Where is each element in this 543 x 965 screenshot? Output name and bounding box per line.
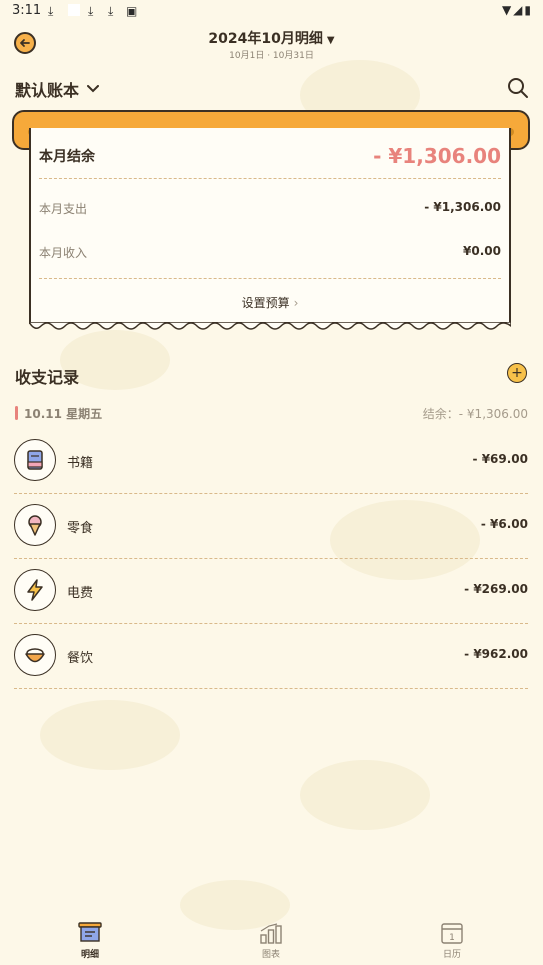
divider (14, 558, 528, 559)
balance-row: 本月结余 - ¥1,306.00 (39, 138, 501, 174)
monthly-summary-card: 本月结余 - ¥1,306.00 本月支出 - ¥1,306.00 本月收入 ¥… (29, 128, 511, 330)
tab-calendar[interactable]: 1 日历 (422, 921, 482, 960)
day-header: 10.11 星期五 结余：- ¥1,306.00 (15, 404, 528, 422)
transaction-amount: - ¥69.00 (472, 452, 528, 466)
transaction-row[interactable]: 电费 - ¥269.00 (14, 560, 528, 624)
bottom-navigation: 明细 图表 1 日历 (0, 917, 543, 965)
svg-text:1: 1 (449, 933, 455, 943)
transaction-row[interactable]: 书籍 - ¥69.00 (14, 430, 528, 494)
transaction-amount: - ¥962.00 (464, 647, 528, 661)
wifi-signal-battery-icons: ▼◢▮ (501, 3, 533, 17)
tab-label: 日历 (442, 950, 461, 960)
transaction-category: 电费 (67, 586, 94, 601)
account-book-selector[interactable]: 默认账本 (15, 77, 100, 101)
chart-icon (260, 923, 282, 944)
receipt-torn-edge (29, 322, 511, 330)
set-budget-label: 设置预算 (241, 296, 290, 310)
chevron-right-icon: › (293, 296, 299, 310)
plus-icon: + (511, 365, 523, 381)
transaction-amount: - ¥6.00 (480, 517, 528, 531)
notification-icon (68, 4, 80, 16)
expense-label: 本月支出 (39, 202, 88, 216)
download-icon: ⤓ (88, 4, 94, 18)
income-value: ¥0.00 (463, 244, 501, 258)
status-time: 3:11 (12, 3, 42, 18)
download-icon: ⤓ (108, 4, 114, 18)
set-budget-button[interactable]: 设置预算 › (31, 294, 509, 311)
day-date: 10.11 星期五 (24, 406, 103, 421)
balance-label: 本月结余 (39, 149, 95, 165)
income-label: 本月收入 (39, 246, 88, 260)
date-range: 10月1日 · 10月31日 (229, 51, 314, 61)
tab-label: 图表 (261, 950, 280, 960)
divider (39, 278, 501, 279)
lightning-icon (14, 569, 56, 611)
transaction-row[interactable]: 餐饮 - ¥962.00 (14, 625, 528, 689)
calendar-icon: 1 (441, 923, 463, 944)
transaction-category: 餐饮 (67, 651, 94, 666)
month-selector[interactable]: 2024年10月明细 ▼ (0, 28, 543, 48)
divider (14, 688, 528, 689)
divider (14, 493, 528, 494)
account-book-name: 默认账本 (15, 81, 80, 100)
add-record-button[interactable]: + (507, 363, 527, 383)
divider (14, 623, 528, 624)
income-row: 本月收入 ¥0.00 (39, 244, 501, 261)
divider (39, 178, 501, 179)
caret-down-icon: ▼ (326, 35, 335, 46)
balance-value: - ¥1,306.00 (373, 144, 501, 168)
search-icon (508, 78, 528, 98)
transaction-row[interactable]: 零食 - ¥6.00 (14, 495, 528, 559)
transaction-category: 零食 (67, 521, 94, 536)
download-icon: ⤓ (48, 4, 54, 18)
status-bar: 3:11 ⤓ ⤓ ⤓ ▣ ▼◢▮ (0, 0, 543, 22)
details-icon (78, 922, 102, 942)
records-section-title: 收支记录 (15, 368, 80, 387)
page-title: 2024年10月明细 (208, 31, 323, 47)
tab-charts[interactable]: 图表 (241, 921, 301, 960)
transaction-category: 书籍 (67, 456, 94, 471)
day-marker (15, 406, 18, 420)
expense-row: 本月支出 - ¥1,306.00 (39, 200, 501, 217)
day-balance: 结余：- ¥1,306.00 (422, 406, 528, 421)
rice-bowl-icon (14, 634, 56, 676)
app-header: 2024年10月明细 ▼ 10月1日 · 10月31日 (0, 26, 543, 66)
search-button[interactable] (507, 77, 529, 99)
chevron-down-icon (87, 82, 100, 96)
transaction-amount: - ¥269.00 (464, 582, 528, 596)
expense-value: - ¥1,306.00 (424, 200, 501, 214)
background-decoration (40, 700, 180, 770)
background-decoration (300, 760, 430, 830)
tab-label: 明细 (80, 950, 99, 960)
app-notification-icon: ▣ (126, 4, 138, 18)
tab-details[interactable]: 明细 (60, 921, 120, 960)
ice-cream-icon (14, 504, 56, 546)
book-icon (14, 439, 56, 481)
day-header-left: 10.11 星期五 (15, 405, 102, 422)
